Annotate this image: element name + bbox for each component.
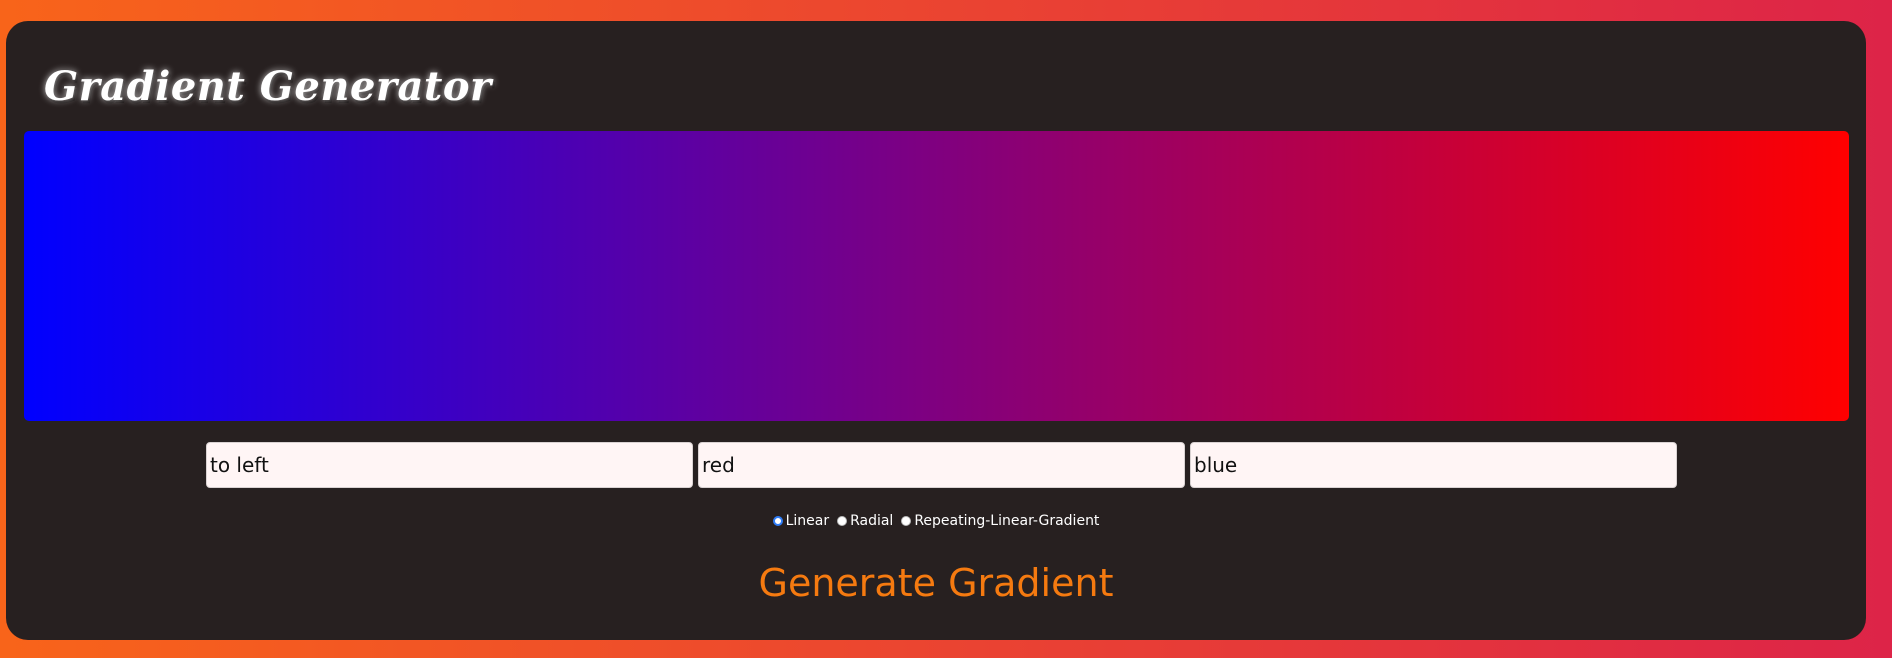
radio-linear-circle[interactable] xyxy=(772,516,783,526)
radio-radial-label: Radial xyxy=(850,513,894,529)
generate-gradient-button[interactable]: Generate Gradient xyxy=(6,561,1866,605)
gradient-preview xyxy=(24,131,1849,421)
radio-linear[interactable]: Linear xyxy=(772,513,830,529)
radio-repeating-linear-label: Repeating-Linear-Gradient xyxy=(914,513,1100,529)
direction-input[interactable] xyxy=(206,442,693,488)
radio-linear-label: Linear xyxy=(785,513,830,529)
page-title: Gradient Generator xyxy=(44,63,492,110)
radio-radial[interactable]: Radial xyxy=(837,513,893,529)
color-end-input[interactable] xyxy=(1190,442,1677,488)
radio-radial-circle[interactable] xyxy=(837,516,848,526)
radio-repeating-linear[interactable]: Repeating-Linear-Gradient xyxy=(901,513,1099,529)
generator-card: Gradient Generator Linear Radial Repeati… xyxy=(6,21,1866,640)
gradient-inputs xyxy=(206,442,1677,490)
color-start-input[interactable] xyxy=(698,442,1185,488)
gradient-type-group: Linear Radial Repeating-Linear-Gradient xyxy=(6,513,1866,529)
radio-repeating-linear-circle[interactable] xyxy=(901,516,912,526)
